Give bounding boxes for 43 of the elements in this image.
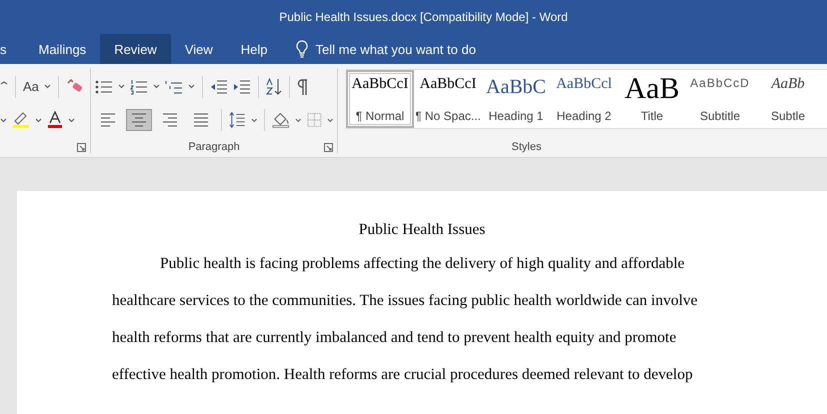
center-align-button[interactable] <box>126 109 152 132</box>
document-paragraph: Public health is facing problems affecting the delivery of high quality and affordable healthcare services to the communities. The issues facing public health worldwide can involve health reforms that are currently imbalanced and tend to prevent health equity and promote effective health promotion. Health reforms are crucial procedures deemed relevant to develop <box>112 254 699 385</box>
style-option[interactable]: AaBbCcI ¶ Normal <box>346 70 414 128</box>
ribbon-tab[interactable]: View <box>170 34 227 64</box>
caret-icon[interactable] <box>0 118 7 123</box>
caret-icon[interactable] <box>250 118 257 123</box>
caret-icon[interactable] <box>188 84 195 90</box>
decrease-indent-icon[interactable] <box>210 78 228 95</box>
change-case-button[interactable]: Aa <box>23 79 39 94</box>
numbered-list-icon[interactable] <box>130 78 148 95</box>
group-label: Paragraph <box>188 141 240 154</box>
window-title: Public Health Issues.docx [Compatibility Mode] - Word <box>279 10 568 24</box>
align-lines-icon <box>100 113 116 128</box>
ribbon-tab[interactable]: Help <box>226 34 282 64</box>
sort-icon[interactable] <box>266 78 282 96</box>
caret-icon[interactable] <box>35 118 42 123</box>
caret-icon[interactable] <box>68 118 75 123</box>
align-lines-icon <box>193 113 209 128</box>
multilevel-list-icon[interactable] <box>165 78 183 95</box>
ribbon-tab[interactable]: Mailings <box>24 34 100 64</box>
document-title: Public Health Issues <box>358 221 486 239</box>
caret-icon[interactable] <box>326 118 333 123</box>
line-spacing-icon[interactable] <box>228 111 246 130</box>
ribbon-tab[interactable]: Review <box>100 34 171 64</box>
caret-icon[interactable] <box>44 84 51 90</box>
align-lines-icon <box>131 113 147 128</box>
dialog-launcher-icon[interactable] <box>324 143 333 152</box>
bullet-list-icon[interactable] <box>95 78 113 95</box>
lightbulb-icon[interactable] <box>296 40 308 58</box>
increase-indent-icon[interactable] <box>233 78 251 95</box>
paint-bucket-icon[interactable] <box>272 111 290 130</box>
highlighter-icon[interactable] <box>12 111 30 130</box>
caret-icon[interactable] <box>118 84 125 90</box>
align-lines-icon <box>162 113 178 128</box>
dialog-launcher-icon[interactable] <box>77 143 86 152</box>
font-color-icon[interactable] <box>47 111 63 130</box>
tell-me-search[interactable]: Tell me what you want to do <box>316 42 476 56</box>
borders-icon[interactable] <box>306 112 322 128</box>
pilcrow-icon[interactable] <box>297 78 309 95</box>
caret-icon[interactable] <box>295 118 302 123</box>
ribbon-tab[interactable]: s <box>0 34 20 64</box>
caret-icon[interactable] <box>153 84 160 90</box>
group-label: Styles <box>512 141 542 153</box>
